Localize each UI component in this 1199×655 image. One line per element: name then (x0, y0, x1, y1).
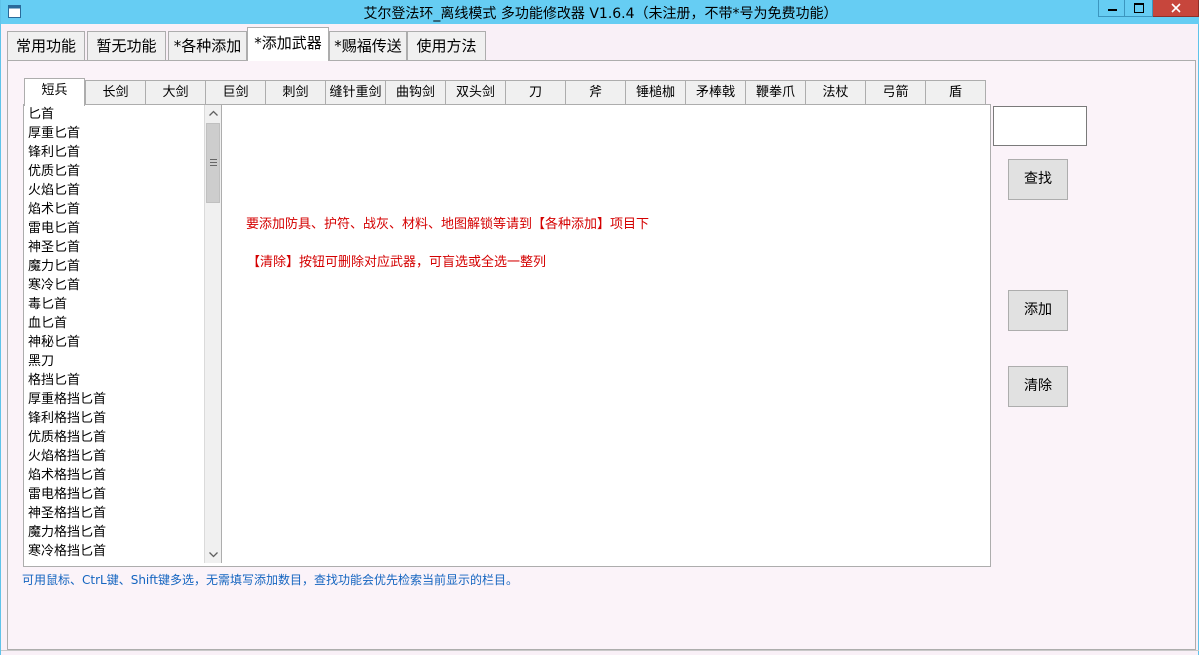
list-item[interactable]: 寒冷格挡匕首 (24, 542, 204, 561)
weapon-tab-thrusting-swords[interactable]: 刺剑 (265, 80, 326, 104)
list-item[interactable]: 火焰匕首 (24, 181, 204, 200)
info-text-various-add: 要添加防具、护符、战灰、材料、地图解锁等请到【各种添加】项目下 (246, 217, 650, 232)
tab-usage[interactable]: 使用方法 (407, 31, 486, 60)
list-item[interactable]: 寒冷匕首 (24, 276, 204, 295)
weapon-tab-hammers-flails[interactable]: 锤槌枷 (625, 80, 686, 104)
scroll-thumb[interactable] (206, 123, 220, 203)
list-item[interactable]: 毒匕首 (24, 295, 204, 314)
list-item[interactable]: 神秘匕首 (24, 333, 204, 352)
list-item[interactable]: 雷电匕首 (24, 219, 204, 238)
tab-common-functions[interactable]: 常用功能 (7, 31, 85, 60)
scroll-up-arrow-icon[interactable] (205, 105, 222, 122)
maximize-icon (1134, 3, 1144, 13)
weapon-tab-axes[interactable]: 斧 (565, 80, 626, 104)
scroll-down-arrow-icon[interactable] (205, 546, 222, 563)
list-item[interactable]: 黑刀 (24, 352, 204, 371)
tab-various-add[interactable]: *各种添加 (168, 31, 247, 60)
list-item[interactable]: 雷电格挡匕首 (24, 485, 204, 504)
weapon-tab-shields[interactable]: 盾 (925, 80, 986, 104)
tab-grace-teleport[interactable]: *赐福传送 (329, 31, 407, 60)
weapon-tab-curved-swords[interactable]: 曲钩剑 (385, 80, 446, 104)
list-item[interactable]: 厚重格挡匕首 (24, 390, 204, 409)
close-button[interactable] (1153, 0, 1199, 17)
list-item[interactable]: 优质格挡匕首 (24, 428, 204, 447)
find-button[interactable]: 查找 (1008, 159, 1068, 200)
search-input[interactable] (993, 106, 1087, 146)
list-item[interactable]: 匕首 (24, 105, 204, 124)
close-icon (1171, 3, 1181, 13)
minimize-button[interactable] (1098, 0, 1125, 17)
list-item[interactable]: 神圣匕首 (24, 238, 204, 257)
clear-button[interactable]: 清除 (1008, 366, 1068, 407)
add-button[interactable]: 添加 (1008, 290, 1068, 331)
list-item[interactable]: 锋利匕首 (24, 143, 204, 162)
grip-line (210, 162, 217, 163)
weapon-tab-greatswords[interactable]: 大剑 (145, 80, 206, 104)
tab-add-weapons[interactable]: *添加武器 (247, 27, 329, 61)
grip-line (210, 159, 217, 160)
list-item[interactable]: 格挡匕首 (24, 371, 204, 390)
weapon-listbox[interactable]: 匕首 厚重匕首 锋利匕首 优质匕首 火焰匕首 焰术匕首 雷电匕首 神圣匕首 魔力匕首 寒冷匕首 毒匕… (24, 105, 204, 562)
weapon-tab-whips-fists-claws[interactable]: 鞭拳爪 (745, 80, 806, 104)
weapon-tab-bows[interactable]: 弓箭 (865, 80, 926, 104)
weapon-tab-heavy-thrusting[interactable]: 缝针重剑 (325, 80, 386, 104)
list-item[interactable]: 锋利格挡匕首 (24, 409, 204, 428)
multi-select-hint: 可用鼠标、CtrL键、Shift键多选，无需填写添加数目，查找功能会优先检索当前… (22, 573, 518, 587)
weapon-tab-staves[interactable]: 法杖 (805, 80, 866, 104)
title-bar[interactable]: 艾尔登法环_离线模式 多功能修改器 V1.6.4（未注册，不带*号为免费功能） (1, 0, 1199, 24)
minimize-icon (1108, 9, 1117, 11)
weapon-tab-straight-swords[interactable]: 长剑 (85, 80, 146, 104)
list-item[interactable]: 焰术格挡匕首 (24, 466, 204, 485)
weapon-tab-spears-halberds[interactable]: 矛棒戟 (685, 80, 746, 104)
maximize-button[interactable] (1125, 0, 1153, 17)
weapon-tab-colossal-swords[interactable]: 巨剑 (205, 80, 266, 104)
window-title: 艾尔登法环_离线模式 多功能修改器 V1.6.4（未注册，不带*号为免费功能） (363, 6, 838, 22)
weapon-tab-daggers[interactable]: 短兵 (24, 78, 85, 106)
list-item[interactable]: 魔力匕首 (24, 257, 204, 276)
list-item[interactable]: 血匕首 (24, 314, 204, 333)
app-window: 艾尔登法环_离线模式 多功能修改器 V1.6.4（未注册，不带*号为免费功能） … (0, 0, 1199, 655)
tab-no-functions[interactable]: 暂无功能 (87, 31, 166, 60)
list-item[interactable]: 神圣格挡匕首 (24, 504, 204, 523)
list-item[interactable]: 火焰格挡匕首 (24, 447, 204, 466)
list-item[interactable]: 焰术匕首 (24, 200, 204, 219)
status-divider (1, 650, 1199, 651)
weapon-tab-katanas[interactable]: 刀 (505, 80, 566, 104)
info-text-clear: 【清除】按钮可删除对应武器，可盲选或全选一整列 (247, 255, 547, 270)
list-item[interactable]: 魔力格挡匕首 (24, 523, 204, 542)
list-item[interactable]: 厚重匕首 (24, 124, 204, 143)
list-item[interactable]: 优质匕首 (24, 162, 204, 181)
list-scrollbar[interactable] (204, 105, 222, 563)
weapon-tab-twinblades[interactable]: 双头剑 (445, 80, 506, 104)
grip-line (210, 165, 217, 166)
